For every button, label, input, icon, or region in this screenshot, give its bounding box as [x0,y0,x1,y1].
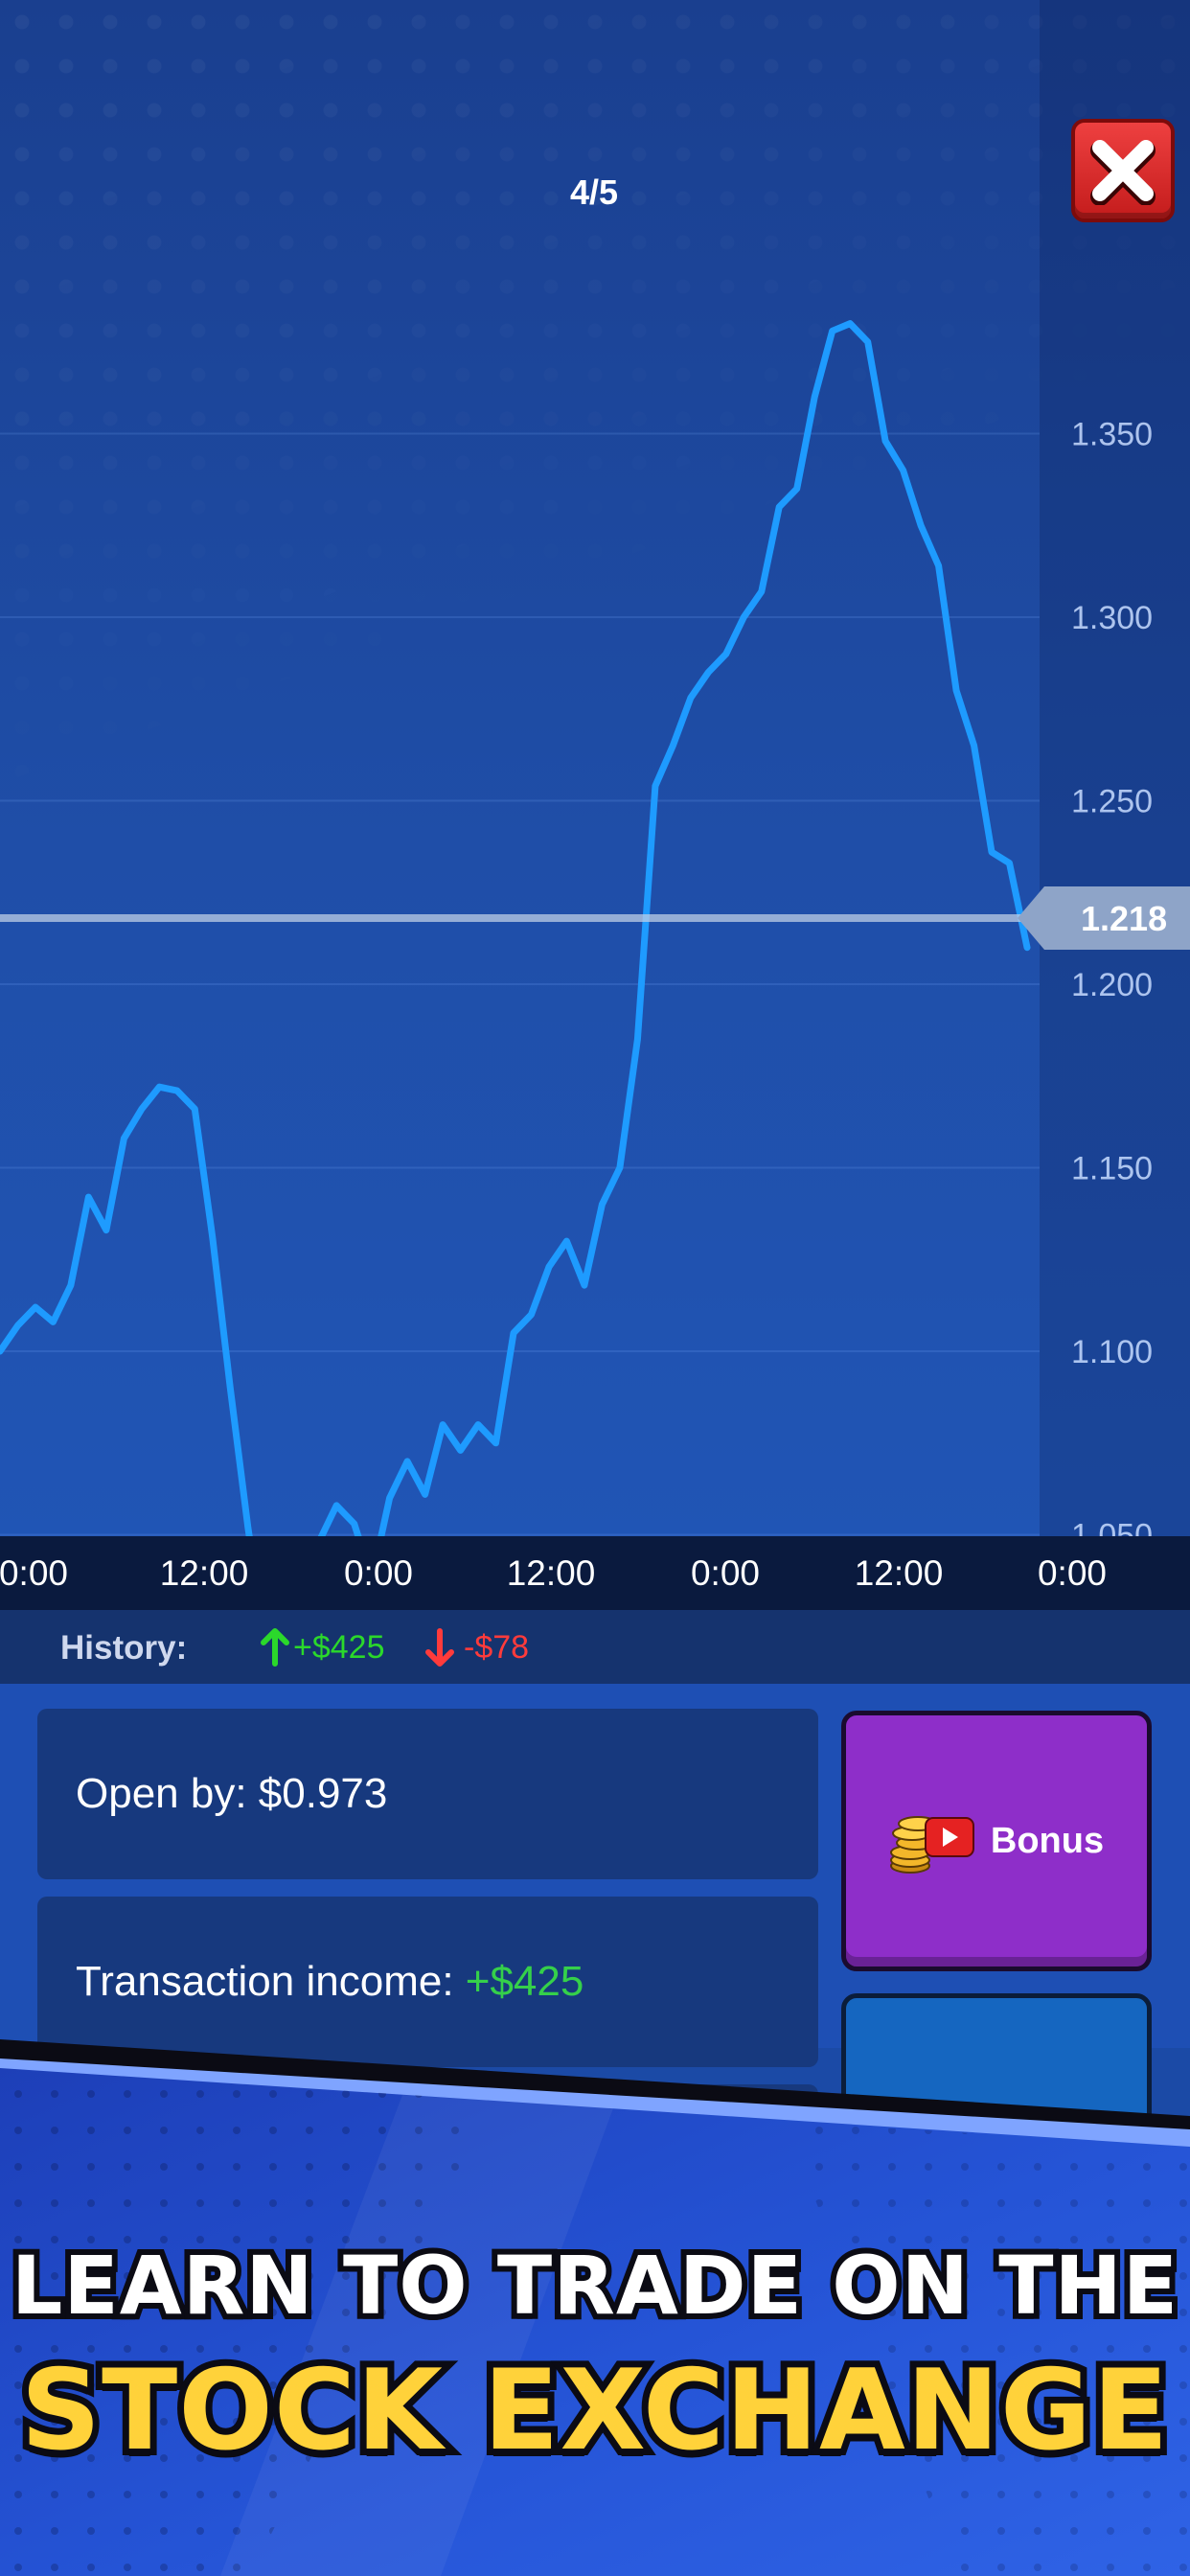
coins-video-icon [889,1816,974,1874]
open-by-text: Open by: $0.973 [76,1770,388,1817]
income-value: +$425 [465,1958,584,2005]
banner-headline-line2: STOCK EXCHANGE [14,2339,1176,2482]
how-to-play-button[interactable]: How to play? [841,1993,1152,2223]
chart-canvas: 1.050 1.100 1.150 1.200 1.250 1.300 1.350 1.218 [0,0,1190,1536]
time-tick-label: 0:00 [0,1553,68,1593]
bonus-label: Bonus [990,1820,1105,1861]
transaction-income-card: Transaction income: +$425 [37,1897,818,2067]
price-tick-label: 1.100 [1071,1334,1153,1370]
price-tick-label: 1.300 [1071,600,1153,636]
time-tick-label: 0:00 [1037,1553,1107,1593]
price-axis-background [1040,0,1190,1536]
bonus-button[interactable]: Bonus [841,1711,1152,1971]
history-label: History: [60,1629,188,1667]
time-axis: 0:00 12:00 0:00 12:00 0:00 12:00 0:00 [0,1536,1190,1610]
price-line [0,320,1031,1536]
price-tick-label: 1.150 [1071,1151,1153,1187]
info-card-partial [37,2084,818,2255]
time-tick-label: 12:00 [506,1553,596,1593]
arrow-up-icon [261,1628,289,1667]
income-label: Transaction income: [76,1958,466,2005]
history-gain: +$425 [261,1627,385,1668]
history-gain-value: +$425 [293,1628,385,1666]
price-tick-label: 1.050 [1071,1518,1153,1537]
open-by-card: Open by: $0.973 [37,1709,818,1879]
close-button[interactable] [1071,119,1175,222]
history-loss-value: -$78 [464,1628,530,1666]
arrow-down-icon [425,1628,454,1667]
time-tick-label: 12:00 [854,1553,944,1593]
price-tick-label: 1.350 [1071,417,1153,453]
time-tick-label: 12:00 [159,1553,249,1593]
time-tick-label: 0:00 [343,1553,413,1593]
time-tick-label: 0:00 [690,1553,760,1593]
how-to-play-label: How to play? [889,2104,1104,2143]
history-bar: History: +$425 -$78 [0,1610,1190,1684]
price-chart: 1.050 1.100 1.150 1.200 1.250 1.300 1.350 1.218 [0,0,1190,1536]
close-x-icon [1090,140,1156,205]
current-price-label: 1.218 [1081,899,1167,938]
history-loss: -$78 [425,1627,529,1668]
page-indicator: 4/5 [569,172,619,212]
price-tick-label: 1.250 [1071,784,1153,820]
price-tick-label: 1.200 [1071,967,1153,1003]
